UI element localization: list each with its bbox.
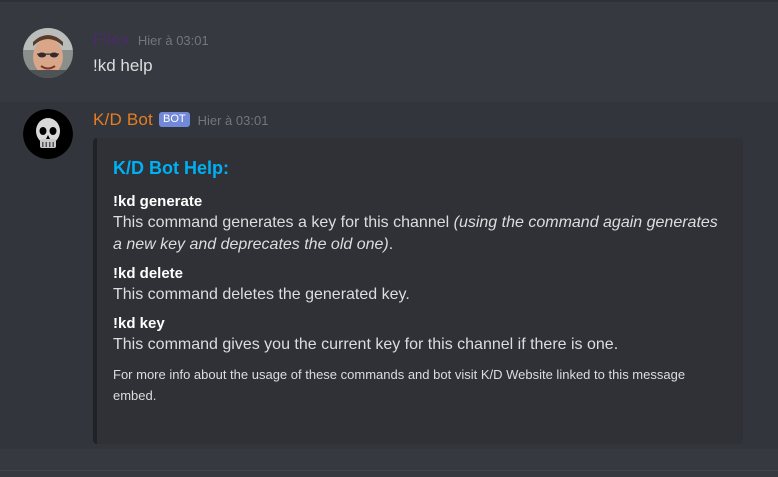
- bottom-area: [0, 449, 778, 477]
- message-embed: K/D Bot Help: !kd generate This command …: [93, 138, 743, 444]
- embed-field-name: !kd generate: [113, 193, 203, 210]
- bottom-divider: [0, 470, 778, 471]
- message-header: Filex Hier à 03:01: [93, 30, 209, 50]
- embed-field: !kd key This command gives you the curre…: [113, 314, 723, 356]
- embed-field-name: !kd delete: [113, 265, 184, 282]
- embed-accent-bar: [93, 138, 97, 444]
- username[interactable]: Filex: [93, 30, 130, 49]
- username[interactable]: K/D Bot: [93, 110, 153, 129]
- embed-field-value: This command generates a key for this ch…: [113, 212, 723, 256]
- user-photo-avatar-icon: [23, 28, 73, 78]
- bot-avatar[interactable]: [23, 109, 73, 159]
- embed-field-value-text: This command generates a key for this ch…: [113, 214, 450, 231]
- skull-avatar-icon: [23, 109, 73, 159]
- message-item: K/D Bot BOT Hier à 03:01 K/D Bot Help: !kd…: [0, 102, 778, 449]
- bot-tag-badge: BOT: [158, 112, 190, 127]
- embed-footer: For more info about the usage of these c…: [113, 367, 686, 403]
- embed-field-name: !kd key: [113, 315, 165, 332]
- user-avatar[interactable]: [23, 28, 73, 78]
- message-item: Filex Hier à 03:01 !kd help: [0, 18, 778, 102]
- embed-field-value: This command deletes the generated key.: [113, 286, 410, 303]
- message-content: !kd help: [93, 56, 153, 75]
- embed-field-value-end: .: [388, 236, 394, 253]
- embed-field: !kd delete This command deletes the gene…: [113, 264, 723, 306]
- embed-field-value: This command gives you the current key f…: [113, 336, 619, 353]
- embed-body: K/D Bot Help: !kd generate This command …: [113, 158, 723, 406]
- timestamp: Hier à 03:01: [137, 33, 209, 48]
- top-divider: [0, 0, 778, 2]
- embed-title: K/D Bot Help:: [113, 158, 229, 178]
- timestamp: Hier à 03:01: [197, 113, 269, 128]
- message-header: K/D Bot BOT Hier à 03:01: [93, 110, 268, 130]
- embed-field: !kd generate This command generates a ke…: [113, 192, 723, 256]
